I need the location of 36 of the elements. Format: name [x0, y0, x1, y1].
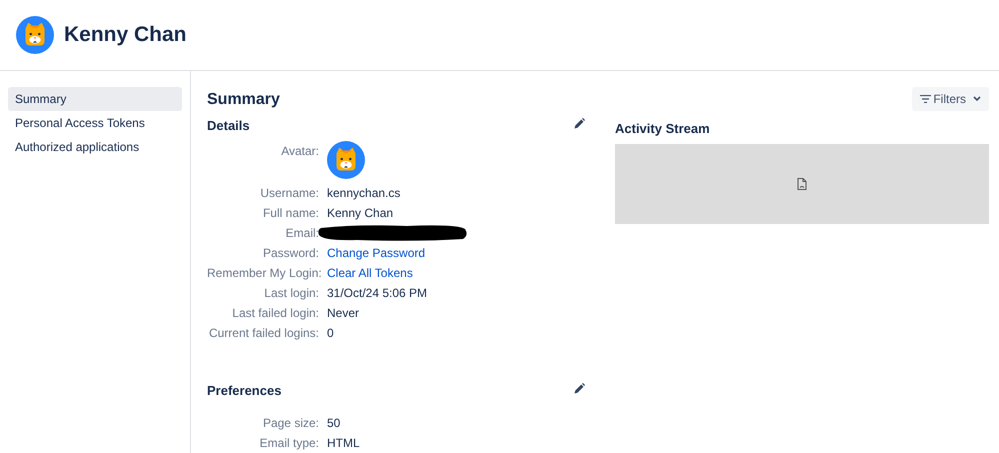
section-title: Details	[207, 118, 250, 134]
field-value: kennychan.cs	[327, 185, 400, 202]
page-title: Summary	[207, 90, 281, 110]
field-value: 50	[327, 415, 340, 432]
field-label: Email type:	[258, 435, 319, 452]
field-label: Full name:	[262, 205, 319, 222]
field-value: HTML	[327, 435, 360, 452]
field-label: Remember My Login:	[207, 265, 319, 282]
field-label: Avatar:	[280, 143, 319, 160]
field-label: Email:	[284, 225, 319, 242]
field-value: 0	[327, 325, 334, 342]
avatar	[16, 16, 54, 54]
field-value: Never	[327, 305, 360, 322]
edit-icon[interactable]	[574, 118, 585, 129]
field-label: Password:	[262, 245, 319, 262]
field-value: Kenny Chan	[327, 205, 394, 222]
broken-image-icon	[797, 178, 807, 190]
field-value: 31/Oct/24 5:06 PM	[327, 285, 428, 302]
filter-icon	[920, 95, 932, 103]
chevron-down-icon	[973, 96, 981, 102]
field-label: Last failed login:	[231, 305, 319, 322]
field-label: Page size:	[262, 415, 319, 432]
field-label: Username:	[259, 185, 319, 202]
user-name-heading: Kenny Chan	[64, 22, 187, 48]
sidebar-item[interactable]: Authorized applications	[8, 135, 182, 159]
sidebar-item[interactable]: Summary	[8, 87, 182, 111]
field-link[interactable]: Clear All Tokens	[327, 263, 413, 283]
filters-button[interactable]: Filters	[912, 87, 989, 111]
section-title: Preferences	[207, 383, 282, 399]
field-label: Last login:	[263, 285, 319, 302]
field-link[interactable]: Change Password	[327, 243, 426, 263]
section-title: Activity Stream	[615, 121, 711, 137]
sidebar-item[interactable]: Personal Access Tokens	[8, 111, 182, 135]
edit-icon[interactable]	[574, 383, 585, 394]
field-label: Current failed logins:	[208, 325, 319, 342]
avatar	[327, 141, 365, 179]
